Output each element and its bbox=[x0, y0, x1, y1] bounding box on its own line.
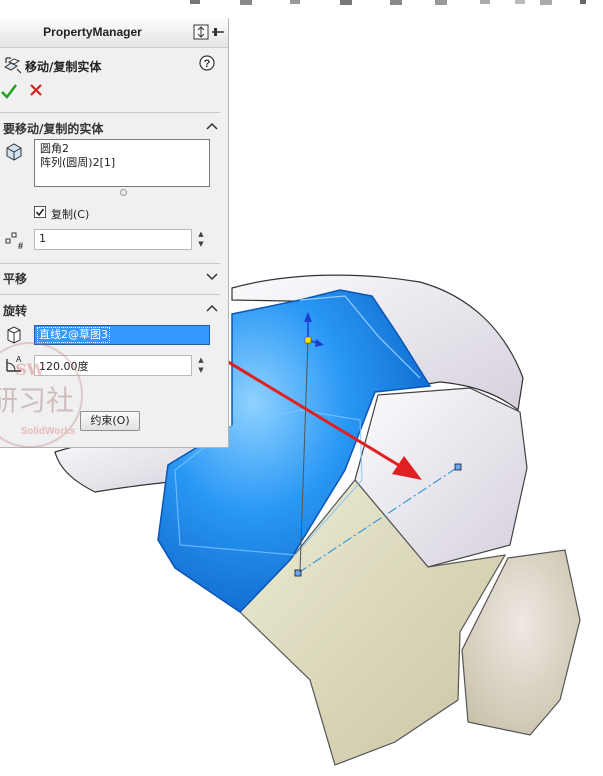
list-resize-handle[interactable] bbox=[120, 189, 127, 196]
bodies-section-title[interactable]: 要移动/复制的实体 bbox=[3, 120, 103, 137]
spin-down-button[interactable]: ▼ bbox=[194, 365, 208, 375]
copies-input[interactable]: 1 bbox=[34, 229, 192, 250]
axis-endpoint-end[interactable] bbox=[454, 463, 462, 471]
section-divider bbox=[0, 263, 220, 264]
watermark-logo-text: SW bbox=[15, 360, 46, 379]
help-icon[interactable]: ? bbox=[199, 55, 215, 71]
svg-text:?: ? bbox=[204, 58, 211, 70]
list-item[interactable]: 阵列(圆周)2[1] bbox=[40, 156, 204, 170]
checkmark-icon bbox=[35, 208, 45, 217]
spin-up-button[interactable]: ▲ bbox=[194, 355, 208, 365]
copy-checkbox[interactable] bbox=[34, 206, 46, 218]
move-copy-body-icon bbox=[4, 57, 22, 74]
bodies-selection-list[interactable]: 圆角2 阵列(圆周)2[1] bbox=[34, 139, 210, 187]
cancel-x-icon[interactable] bbox=[28, 82, 44, 98]
pm-title: PropertyManager bbox=[43, 25, 142, 39]
spin-down-button[interactable]: ▼ bbox=[194, 239, 208, 249]
spin-up-button[interactable]: ▲ bbox=[194, 229, 208, 239]
copies-count-icon: # bbox=[5, 232, 23, 250]
section-divider bbox=[0, 112, 220, 113]
feature-name: 移动/复制实体 bbox=[25, 60, 102, 74]
rotate-section-title[interactable]: 旋转 bbox=[3, 302, 27, 319]
watermark-english-text: SolidWorks bbox=[21, 426, 76, 437]
section-divider bbox=[0, 294, 220, 295]
heads-up-toolbar bbox=[190, 0, 586, 5]
svg-text:#: # bbox=[18, 241, 23, 250]
chevron-up-icon[interactable] bbox=[205, 303, 219, 313]
pm-header: PropertyManager bbox=[0, 18, 228, 48]
solid-body-icon bbox=[6, 143, 22, 161]
ok-check-icon[interactable] bbox=[0, 82, 18, 100]
triad-origin[interactable] bbox=[304, 336, 312, 344]
translate-section-title[interactable]: 平移 bbox=[3, 270, 27, 287]
watermark-chinese-text: 研习社 bbox=[0, 384, 74, 417]
chevron-up-icon[interactable] bbox=[205, 121, 219, 131]
chevron-down-icon[interactable] bbox=[205, 271, 219, 281]
pin-icon[interactable] bbox=[193, 24, 225, 40]
copy-label[interactable]: 复制(C) bbox=[51, 206, 89, 222]
property-manager-panel: PropertyManager 移动/复制实体 ? 要移动/复制的实体 圆角2 … bbox=[0, 18, 229, 448]
list-item[interactable]: 圆角2 bbox=[40, 142, 204, 156]
watermark-logo: SW 研习社 SolidWorks bbox=[0, 342, 83, 448]
